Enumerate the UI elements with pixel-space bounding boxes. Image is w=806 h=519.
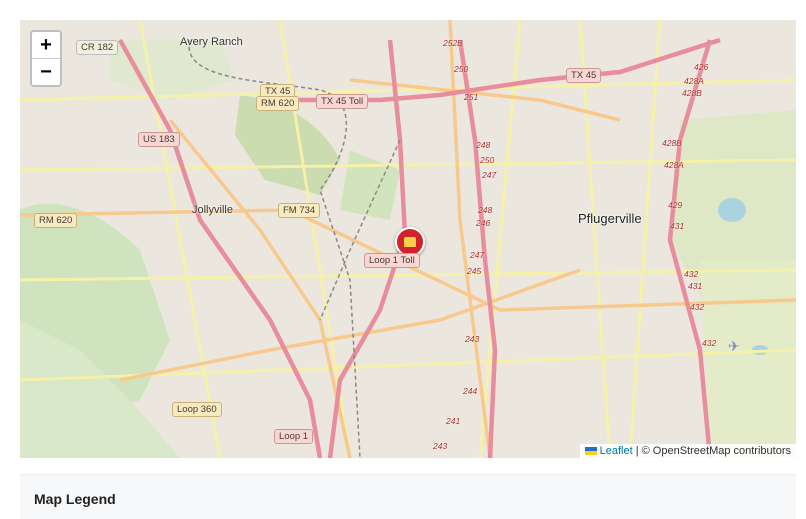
marker-label: Loop 1 Toll <box>364 253 420 268</box>
place-label-avery-ranch: Avery Ranch <box>180 36 243 48</box>
exit-label: 432 <box>702 338 717 348</box>
exit-label: 428B <box>682 88 702 98</box>
place-label-jollyville: Jollyville <box>192 204 233 216</box>
exit-label: 247 <box>470 250 485 260</box>
exit-label: 241 <box>446 416 461 426</box>
exit-label: 250 <box>480 155 495 165</box>
zoom-control: + − <box>30 30 62 87</box>
road-shield-cr182: CR 182 <box>76 40 119 55</box>
ukraine-flag-icon <box>584 447 597 456</box>
map-view[interactable]: + − Avery Ranch Jollyville Pflugerville … <box>20 20 796 458</box>
road-shield-rm620-west: RM 620 <box>34 213 78 228</box>
exit-label: 248 <box>476 140 491 150</box>
airport-icon: ✈ <box>728 338 740 354</box>
road-shield-tx45-toll: TX 45 Toll <box>316 94 369 109</box>
legend-title: Map Legend <box>34 491 116 507</box>
exit-label: 428B <box>662 138 682 148</box>
leaflet-link[interactable]: Leaflet <box>600 445 633 457</box>
exit-label: 250 <box>454 64 469 74</box>
exit-label: 431 <box>670 221 685 231</box>
road-shield-fm734: FM 734 <box>278 203 321 218</box>
exit-label: 428A <box>684 76 704 86</box>
exit-label: 432 <box>690 302 705 312</box>
zoom-out-button[interactable]: − <box>32 58 60 85</box>
exit-label: 251 <box>464 92 479 102</box>
exit-label: 432 <box>684 269 699 279</box>
road-shield-loop360: Loop 360 <box>172 402 222 417</box>
exit-label: 243 <box>465 334 480 344</box>
station-icon <box>404 237 416 247</box>
exit-label: 244 <box>463 386 478 396</box>
exit-label: 247 <box>482 170 497 180</box>
exit-label: 252B <box>443 38 463 48</box>
zoom-in-button[interactable]: + <box>32 32 60 58</box>
exit-label: 245 <box>467 266 482 276</box>
road-shield-us183: US 183 <box>138 132 180 147</box>
exit-label: 428A <box>664 160 684 170</box>
road-shield-rm620: RM 620 <box>256 96 300 111</box>
exit-label: 429 <box>668 200 683 210</box>
exit-label: 246 <box>476 218 491 228</box>
road-shield-tx45-east: TX 45 <box>566 68 602 83</box>
map-attribution: Leaflet | © OpenStreetMap contributors <box>579 444 796 458</box>
exit-label: 426 <box>694 62 709 72</box>
exit-label: 431 <box>688 281 703 291</box>
place-label-pflugerville: Pflugerville <box>578 211 642 226</box>
road-shield-loop1: Loop 1 <box>274 429 314 444</box>
map-legend: Map Legend <box>20 474 796 519</box>
attribution-text: | © OpenStreetMap contributors <box>635 445 791 457</box>
exit-label: 248 <box>478 205 493 215</box>
exit-label: 243 <box>433 441 448 451</box>
